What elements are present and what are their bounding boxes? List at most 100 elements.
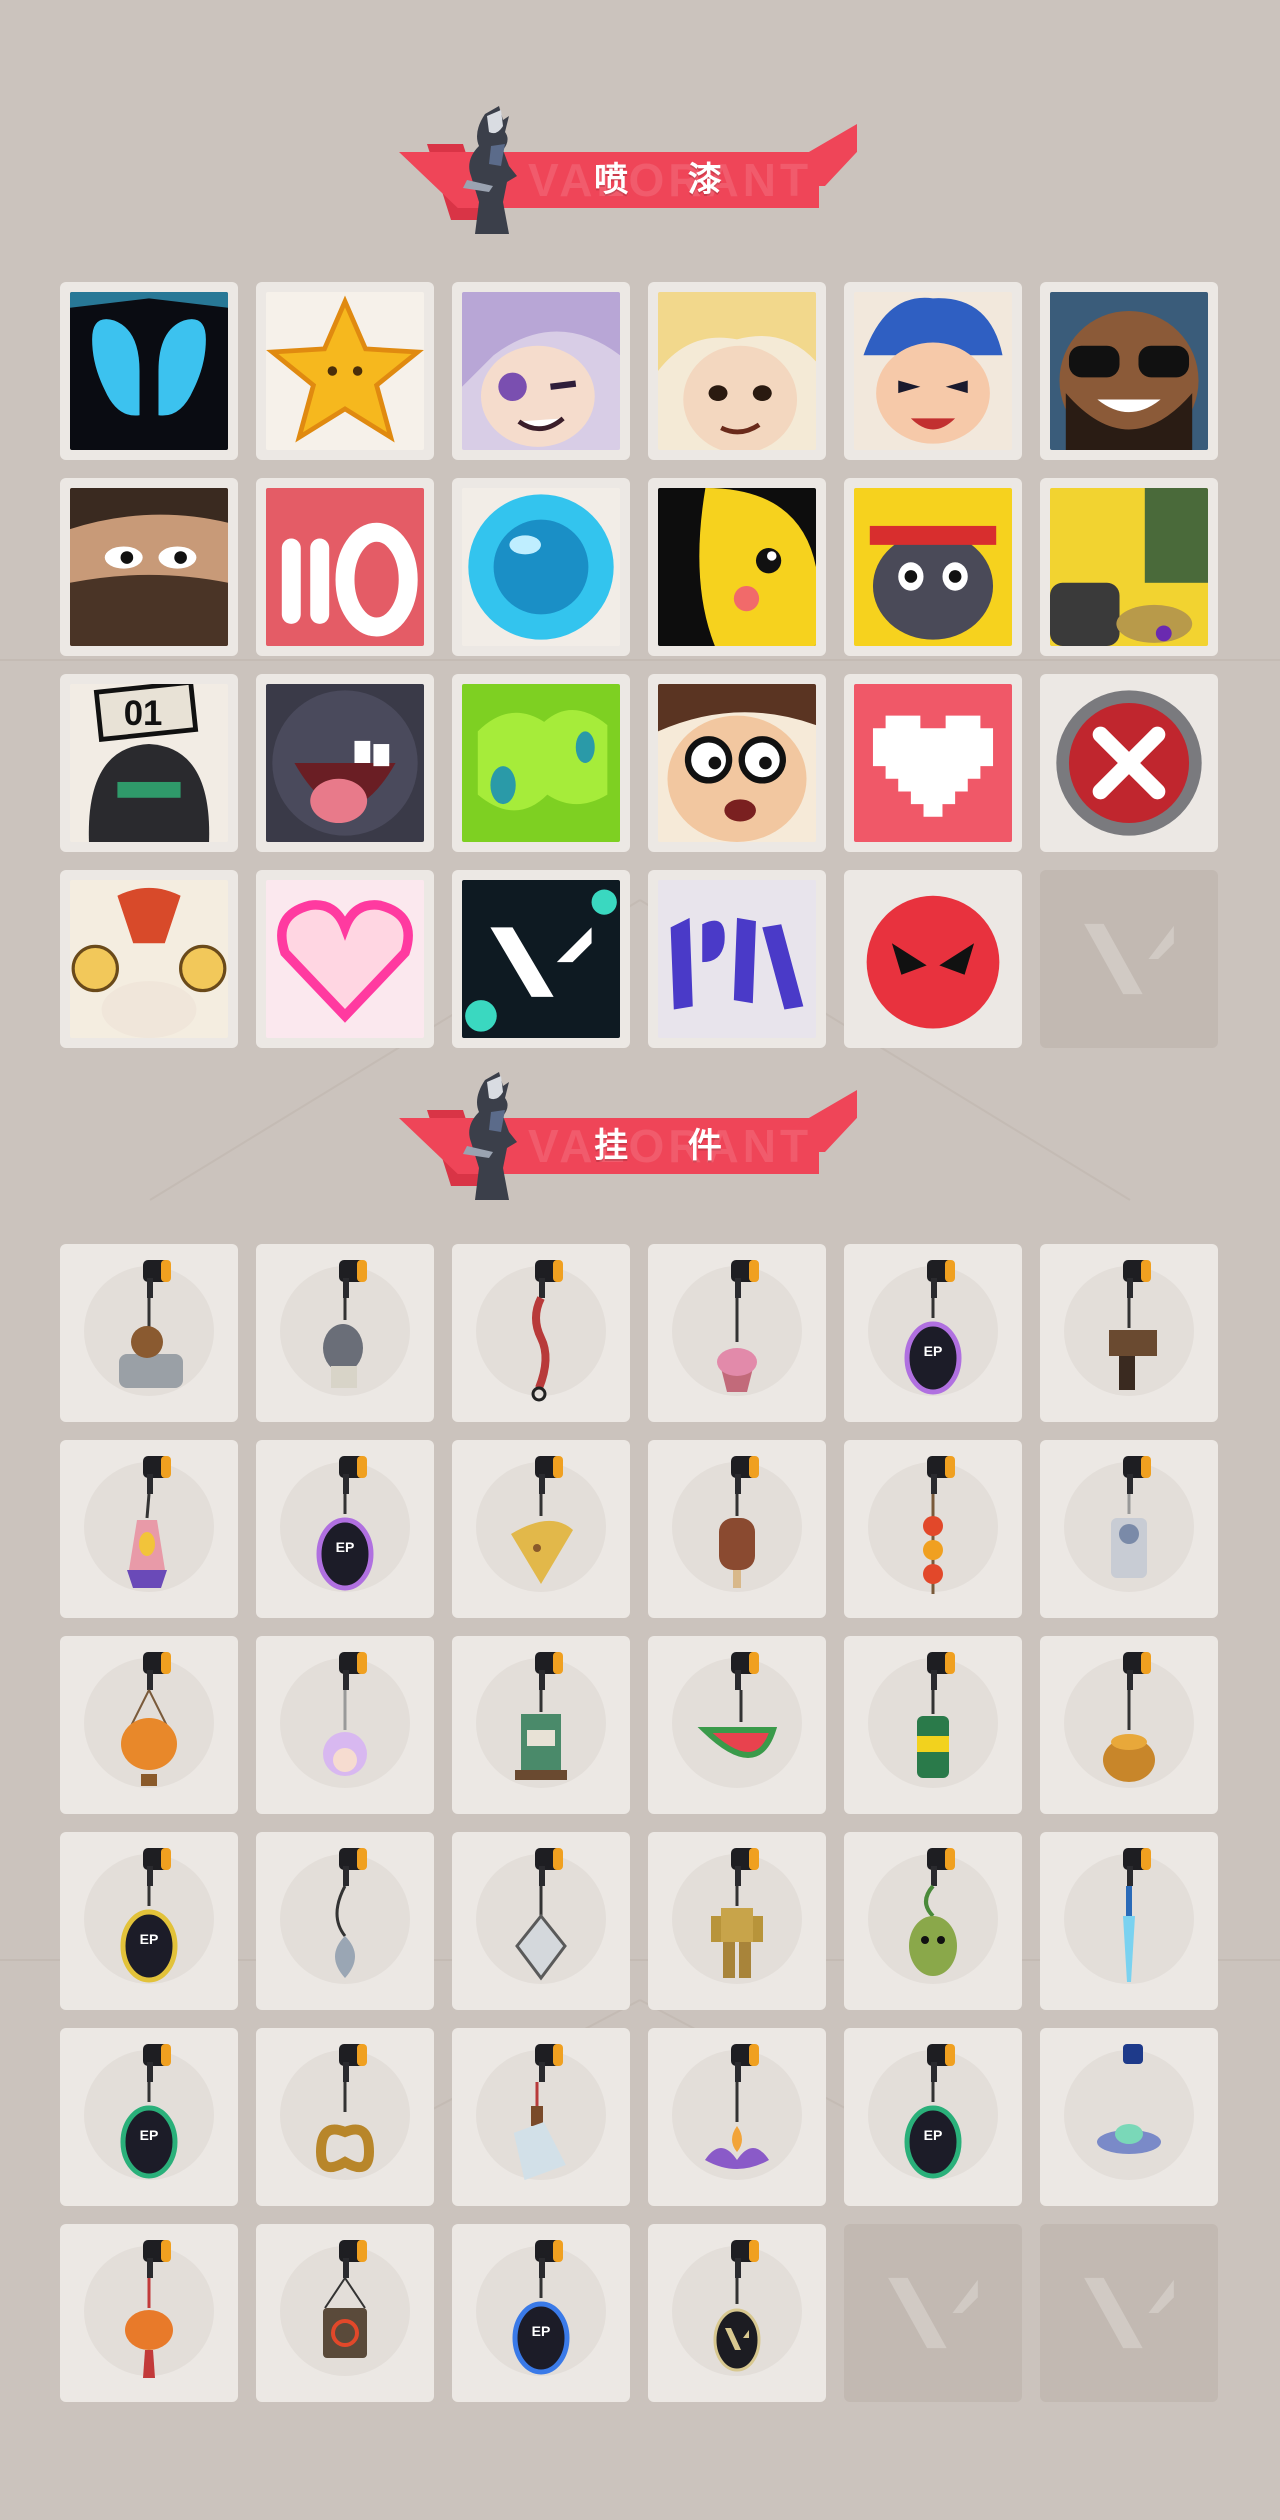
charm-tile[interactable]	[60, 1440, 238, 1618]
charm-tile[interactable]	[60, 2224, 238, 2402]
spray-tile[interactable]	[648, 478, 826, 656]
diamond-tag-charm-icon	[515, 1848, 567, 1981]
silver-hook-charm-icon	[335, 1848, 367, 1978]
charm-grid: EP EP EP EP EP EP	[60, 1244, 1220, 2402]
spray-tile[interactable]	[60, 282, 238, 460]
spray-tile[interactable]	[1040, 478, 1218, 656]
charm-tile[interactable]: EP	[844, 1244, 1022, 1422]
armored-cat-charm-icon	[323, 1260, 367, 1388]
honey-pot-charm-icon	[1103, 1652, 1155, 1782]
green-slime-spray-icon	[462, 684, 620, 842]
blue-blade-charm-icon	[1123, 1848, 1151, 1982]
lotus-flame-charm-icon	[705, 2044, 769, 2169]
charm-tile[interactable]	[648, 1636, 826, 1814]
charm-tile[interactable]	[452, 2028, 630, 2206]
pixel-heart-spray-icon	[854, 684, 1012, 842]
valorant-logo-medal-charm-icon	[713, 2240, 761, 2372]
charm-tile[interactable]: EP	[844, 2028, 1022, 2206]
charm-tile[interactable]	[648, 1832, 826, 2010]
empty-slot	[1040, 870, 1218, 1048]
sunglasses-bearded-man-spray-icon	[1050, 292, 1208, 450]
spray-tile[interactable]	[844, 478, 1022, 656]
charm-tile[interactable]: EP	[60, 2028, 238, 2206]
charm-tile[interactable]: EP	[256, 1440, 434, 1618]
charm-tile[interactable]	[648, 2028, 826, 2206]
bottle-charm-icon	[513, 2044, 566, 2181]
charm-tile[interactable]	[452, 1832, 630, 2010]
spray-grid: 01	[60, 282, 1220, 1048]
spray-tile[interactable]	[844, 870, 1022, 1048]
spray-tile[interactable]	[256, 674, 434, 852]
angry-red-circle-spray-icon	[854, 880, 1012, 1038]
spray-tile[interactable]	[256, 282, 434, 460]
charm-tile[interactable]: EP	[60, 1832, 238, 2010]
charm-tile[interactable]	[452, 1440, 630, 1618]
charm-tile[interactable]	[60, 1244, 238, 1422]
charm-tile[interactable]	[648, 2224, 826, 2402]
svg-text:EP: EP	[924, 1343, 943, 1359]
charm-tile[interactable]	[256, 1244, 434, 1422]
spray-tile[interactable]	[452, 282, 630, 460]
graffiti-tag-spray-icon	[658, 880, 816, 1038]
pretzel-charm-icon	[315, 2044, 375, 2173]
charm-tile[interactable]	[256, 1636, 434, 1814]
spray-tile[interactable]	[648, 870, 826, 1048]
ep9-medal-charm-icon: EP	[120, 1848, 178, 1983]
braided-cord-charm-icon	[531, 1260, 563, 1402]
svg-text:EP: EP	[336, 1539, 355, 1555]
sprays-section-title: 喷 漆	[594, 160, 746, 200]
hot-air-balloon-charm-icon	[121, 1652, 177, 1786]
spray-tile[interactable]	[256, 478, 434, 656]
charm-tile[interactable]	[452, 1244, 630, 1422]
charm-tile[interactable]	[452, 1636, 630, 1814]
charm-tile[interactable]	[844, 1832, 1022, 2010]
spray-tile[interactable]	[256, 870, 434, 1048]
charm-tile[interactable]	[256, 2028, 434, 2206]
charm-tile[interactable]	[648, 1244, 826, 1422]
blue-orb-spray-icon	[462, 488, 620, 646]
silver-agent-charm-icon	[1111, 1456, 1151, 1578]
empty-slot	[844, 2224, 1022, 2402]
empty-slot-icon	[888, 2277, 978, 2349]
target-box-charm-icon	[323, 2240, 367, 2358]
charm-tile[interactable]	[844, 1636, 1022, 1814]
spray-tile[interactable]	[452, 478, 630, 656]
spray-tile[interactable]	[844, 282, 1022, 460]
sprays-section-banner: VALORANT 喷 漆	[395, 106, 865, 246]
ep8-medal-charm-icon: EP	[904, 2044, 962, 2179]
charm-tile[interactable]	[60, 1636, 238, 1814]
spray-tile[interactable]	[844, 674, 1022, 852]
spray-tile[interactable]	[648, 674, 826, 852]
charm-tile[interactable]	[844, 1440, 1022, 1618]
charm-tile[interactable]	[256, 1832, 434, 2010]
spray-tile[interactable]	[60, 478, 238, 656]
charm-tile[interactable]	[648, 1440, 826, 1618]
charm-tile[interactable]	[1040, 1636, 1218, 1814]
soda-can-charm-icon	[917, 1652, 955, 1778]
tongue-out-creature-spray-icon	[266, 684, 424, 842]
charm-tile[interactable]	[1040, 1244, 1218, 1422]
nacho-chip-charm-icon	[511, 1456, 573, 1584]
svg-text:EP: EP	[140, 1931, 159, 1947]
charm-tile[interactable]	[1040, 1832, 1218, 2010]
spray-tile[interactable]	[452, 674, 630, 852]
spray-tile[interactable]: 01	[60, 674, 238, 852]
spray-tile[interactable]	[1040, 282, 1218, 460]
agent-figure-icon	[463, 1072, 517, 1200]
pink-hair-doll-charm-icon	[323, 1652, 367, 1776]
charm-tile[interactable]	[1040, 2028, 1218, 2206]
lava-lamp-charm-icon	[127, 1456, 171, 1588]
spray-tile[interactable]	[60, 870, 238, 1048]
spray-tile[interactable]	[1040, 674, 1218, 852]
charm-tile[interactable]	[256, 2224, 434, 2402]
spray-tile[interactable]	[452, 870, 630, 1048]
bullets-zero-spray-icon	[266, 488, 424, 646]
cupcake-charm-icon	[717, 1260, 759, 1392]
charm-tile[interactable]	[1040, 1440, 1218, 1618]
blue-teardrop-spray-icon	[70, 292, 228, 450]
red-headband-critter-spray-icon	[854, 488, 1012, 646]
spray-tile[interactable]	[648, 282, 826, 460]
gold-star-spray-icon	[266, 292, 424, 450]
neon-heart-spray-icon	[266, 880, 424, 1038]
charm-tile[interactable]: EP	[452, 2224, 630, 2402]
